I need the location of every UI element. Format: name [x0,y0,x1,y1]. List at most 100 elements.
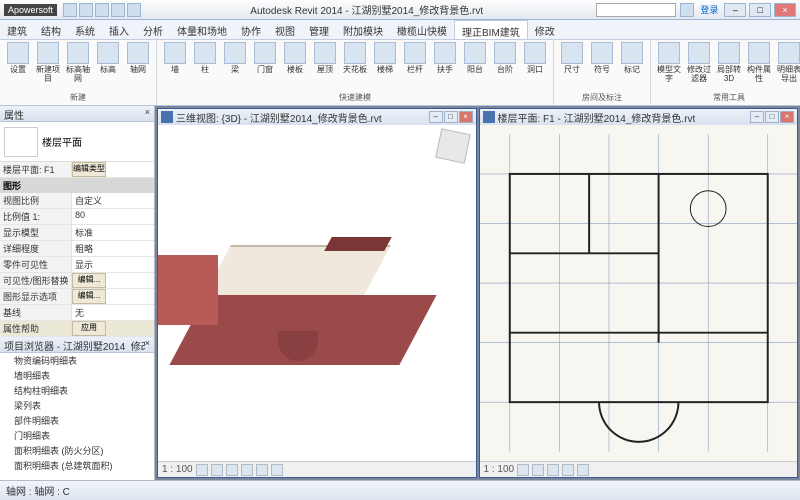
door-window-button[interactable]: 门窗 [251,42,279,74]
tab-analyze[interactable]: 分析 [136,20,170,39]
instance-selector[interactable]: 楼层平面: F1 编辑类型 [0,162,154,178]
apply-button[interactable]: 应用 [72,321,106,336]
maximize-button[interactable]: □ [749,3,771,17]
tab-insert[interactable]: 插入 [102,20,136,39]
browser-item[interactable]: 墙明细表 [0,368,154,383]
roof-button[interactable]: 屋顶 [311,42,339,74]
view-max-button[interactable]: □ [444,111,458,123]
type-selector[interactable]: 楼层平面 [0,122,154,162]
title-bar: Apowersoft Autodesk Revit 2014 - 江湖别墅201… [0,0,800,20]
wall-button[interactable]: 墙 [161,42,189,74]
ceiling-button[interactable]: 天花板 [341,42,369,74]
visual-style-icon[interactable] [532,464,544,476]
schedule-export-button[interactable]: 明细表导出 [775,42,800,83]
edit-type-button[interactable]: 编辑类型 [72,162,106,177]
qat-open-icon[interactable] [79,3,93,17]
tab-collaborate[interactable]: 协作 [234,20,268,39]
browser-item[interactable]: 部件明细表 [0,413,154,428]
hide-icon[interactable] [577,464,589,476]
model-text-button[interactable]: 模型文字 [655,42,683,83]
tab-lizheng-bim[interactable]: 理正BIM建筑 [454,20,528,39]
view-min-button[interactable]: – [429,111,443,123]
prop-graphic-display[interactable]: 图形显示选项编辑... [0,289,154,305]
browser-item[interactable]: 物资编码明细表 [0,353,154,368]
new-project-button[interactable]: 新建项目 [34,42,62,83]
qat-app-icon[interactable] [63,3,77,17]
properties-close-icon[interactable]: × [145,107,150,120]
sun-icon[interactable] [226,464,238,476]
browser-item[interactable]: 面积明细表 (总建筑面积) [0,458,154,473]
browser-item[interactable]: 梁列表 [0,398,154,413]
prop-view-scale[interactable]: 视图比例自定义 [0,193,154,209]
floor-button[interactable]: 楼板 [281,42,309,74]
browser-item[interactable]: 结构柱明细表 [0,383,154,398]
partial-3d-button[interactable]: 局部转3D [715,42,743,83]
level-grid-button[interactable]: 标高轴网 [64,42,92,83]
browser-item[interactable]: 面积明细表 (防火分区) [0,443,154,458]
view-plan-title[interactable]: 楼层平面: F1 - 江湖别墅2014_修改背景色.rvt –□× [480,109,798,125]
detail-icon[interactable] [517,464,529,476]
component-props-button[interactable]: 构件属性 [745,42,773,83]
view-close-button[interactable]: × [459,111,473,123]
tab-architecture[interactable]: 建筑 [0,20,34,39]
tab-structure[interactable]: 结构 [34,20,68,39]
prop-parts-visibility[interactable]: 零件可见性显示 [0,257,154,273]
tag-button[interactable]: 标记 [618,42,646,74]
view-3d-title[interactable]: 三维视图: {3D} - 江湖别墅2014_修改背景色.rvt –□× [158,109,476,125]
visual-style-icon[interactable] [211,464,223,476]
qat-undo-icon[interactable] [111,3,125,17]
beam-button[interactable]: 梁 [221,42,249,74]
project-browser[interactable]: 物资编码明细表 墙明细表 结构柱明细表 梁列表 部件明细表 门明细表 面积明细表… [0,353,154,480]
qat-redo-icon[interactable] [127,3,141,17]
settings-button[interactable]: 设置 [4,42,32,74]
handrail-button[interactable]: 扶手 [431,42,459,74]
hide-icon[interactable] [271,464,283,476]
view-min-button[interactable]: – [750,111,764,123]
browser-item[interactable]: 门明细表 [0,428,154,443]
prop-visibility-graphics[interactable]: 可见性/图形替换编辑... [0,273,154,289]
tab-addins[interactable]: 附加模块 [336,20,390,39]
login-link[interactable]: 登录 [700,3,718,16]
tab-manage[interactable]: 管理 [302,20,336,39]
prop-display-model[interactable]: 显示模型标准 [0,225,154,241]
close-button[interactable]: × [774,3,796,17]
crop-icon[interactable] [256,464,268,476]
tab-modify[interactable]: 修改 [528,20,562,39]
step-button[interactable]: 台阶 [491,42,519,74]
tab-olive[interactable]: 橄榄山快模 [390,20,454,39]
level-button[interactable]: 标高 [94,42,122,74]
railing-button[interactable]: 栏杆 [401,42,429,74]
watermark: Apowersoft [4,4,57,16]
detail-icon[interactable] [196,464,208,476]
tab-systems[interactable]: 系统 [68,20,102,39]
prop-underlay[interactable]: 基线无 [0,305,154,321]
canvas-3d[interactable] [158,125,476,461]
grid-button[interactable]: 轴网 [124,42,152,74]
crop-icon[interactable] [562,464,574,476]
browser-close-icon[interactable]: × [145,338,150,351]
scale-selector[interactable]: 1 : 100 [484,464,515,475]
view-cube[interactable] [435,128,471,164]
balcony-button[interactable]: 阳台 [461,42,489,74]
minimize-button[interactable]: – [724,3,746,17]
help-icon[interactable] [680,3,694,17]
view-plan-controlbar: 1 : 100 [480,461,798,477]
shadow-icon[interactable] [241,464,253,476]
view-close-button[interactable]: × [780,111,794,123]
view-max-button[interactable]: □ [765,111,779,123]
stair-button[interactable]: 楼梯 [371,42,399,74]
filter-button[interactable]: 修改过滤器 [685,42,713,83]
prop-scale-value[interactable]: 比例值 1:80 [0,209,154,225]
opening-button[interactable]: 洞口 [521,42,549,74]
tab-view[interactable]: 视图 [268,20,302,39]
search-input[interactable] [596,3,676,17]
tab-massing[interactable]: 体量和场地 [170,20,234,39]
canvas-plan[interactable] [480,125,798,461]
symbol-button[interactable]: 符号 [588,42,616,74]
column-button[interactable]: 柱 [191,42,219,74]
scale-selector[interactable]: 1 : 100 [162,464,193,475]
qat-save-icon[interactable] [95,3,109,17]
prop-detail-level[interactable]: 详细程度粗略 [0,241,154,257]
dimension-button[interactable]: 尺寸 [558,42,586,74]
sun-icon[interactable] [547,464,559,476]
